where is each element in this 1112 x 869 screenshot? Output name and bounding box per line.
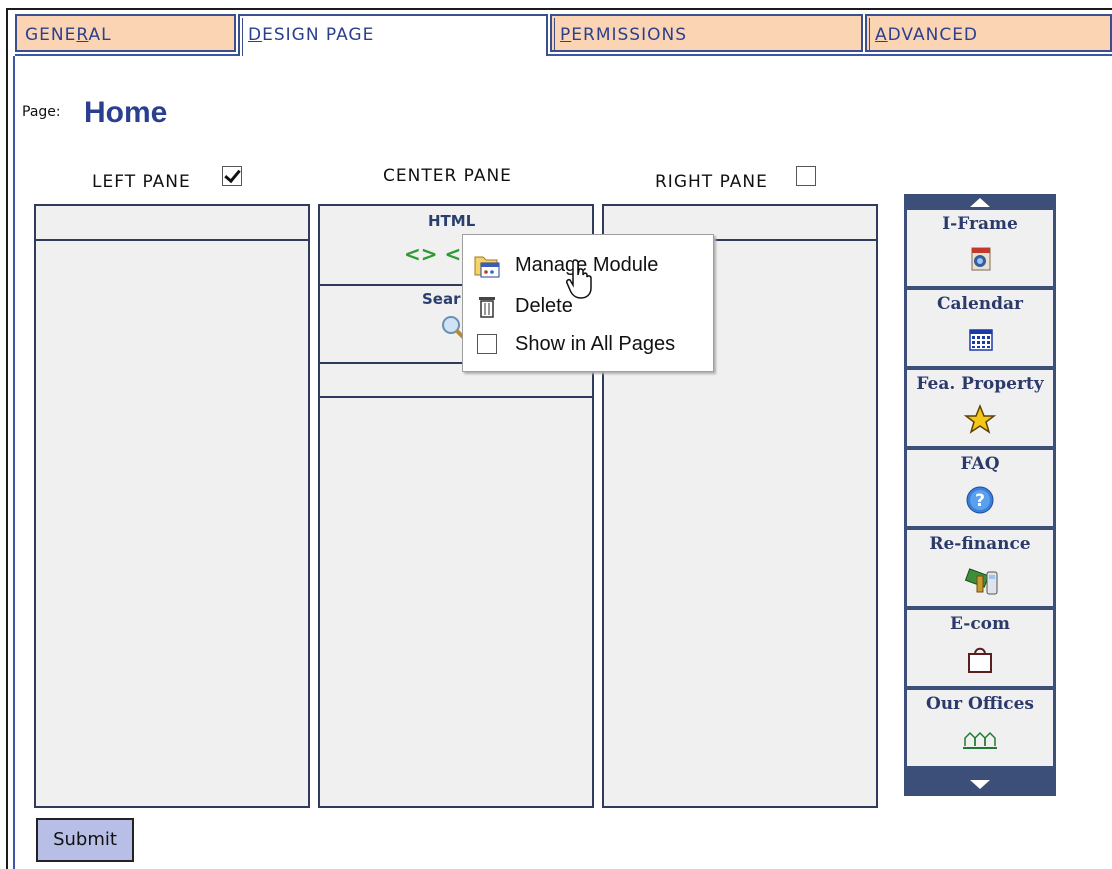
content-left-border — [13, 56, 15, 869]
star-icon — [963, 403, 997, 434]
palette-item-featured-property[interactable]: Fea. Property — [907, 370, 1053, 446]
tab-advanced[interactable]: ADVANCED — [865, 14, 1112, 52]
page-name: Home — [84, 96, 168, 129]
palette-item-label: Calendar — [936, 294, 1024, 314]
palette-item-refinance[interactable]: Re-finance — [907, 530, 1053, 606]
shopping-bag-icon — [968, 647, 992, 673]
tab-underline-left — [15, 54, 238, 56]
palette-item-label: Our Offices — [925, 694, 1034, 714]
help-icon: ? — [966, 486, 994, 514]
tab-underline-right — [548, 54, 1112, 56]
palette-item-label: Re-finance — [929, 534, 1031, 554]
code-icon: <> < — [404, 242, 462, 266]
palette-item-label: FAQ — [960, 454, 1000, 474]
center-pane-title: CENTER PANE — [383, 166, 512, 186]
money-calculator-icon — [964, 568, 998, 595]
palette-item-label: Fea. Property — [916, 374, 1044, 394]
context-item-label: Show in All Pages — [515, 333, 676, 355]
scroll-up-arrow-icon[interactable] — [970, 198, 990, 207]
palette-item-our-offices[interactable]: Our Offices — [907, 690, 1053, 766]
context-menu: Manage Module Delete Show in All Pages — [462, 234, 714, 372]
svg-text:?: ? — [975, 491, 985, 511]
palette-item-faq[interactable]: FAQ ? — [907, 450, 1053, 526]
right-pane-checkbox[interactable] — [796, 166, 816, 186]
palette-item-iframe[interactable]: I-Frame — [907, 210, 1053, 286]
page-label: Page: — [22, 104, 61, 120]
module-search-title[interactable]: Sear — [422, 290, 461, 308]
checkbox-icon — [477, 334, 497, 354]
tab-permissions[interactable]: PERMISSIONS — [550, 14, 863, 52]
palette-item-ecom[interactable]: E-com — [907, 610, 1053, 686]
scroll-down-arrow-icon[interactable] — [970, 780, 990, 789]
left-pane-checkbox[interactable] — [222, 166, 242, 186]
left-pane[interactable] — [34, 204, 310, 808]
tab-design-page[interactable]: DESIGN PAGE — [238, 14, 548, 56]
manage-module-icon — [474, 256, 500, 278]
left-pane-title: LEFT PANE — [92, 172, 191, 192]
submit-button[interactable]: Submit — [36, 818, 134, 862]
calendar-icon — [969, 329, 993, 351]
right-pane-title: RIGHT PANE — [655, 172, 768, 192]
module-html-title[interactable]: HTML — [428, 212, 475, 230]
palette-item-calendar[interactable]: Calendar — [907, 290, 1053, 366]
hand-cursor-icon — [566, 259, 592, 299]
palette-item-label: I-Frame — [942, 214, 1018, 234]
iframe-icon — [971, 247, 991, 271]
houses-icon — [963, 731, 997, 749]
palette-item-label: E-com — [949, 614, 1010, 634]
tab-bar: GENERAL DESIGN PAGE PERMISSIONS ADVANCED — [15, 14, 1112, 56]
trash-icon — [479, 297, 495, 318]
tab-general[interactable]: GENERAL — [15, 14, 236, 52]
context-item-show-all-pages[interactable]: Show in All Pages — [463, 329, 713, 363]
module-palette: I-Frame Calendar Fea. Property FAQ ? Re-… — [904, 194, 1056, 796]
